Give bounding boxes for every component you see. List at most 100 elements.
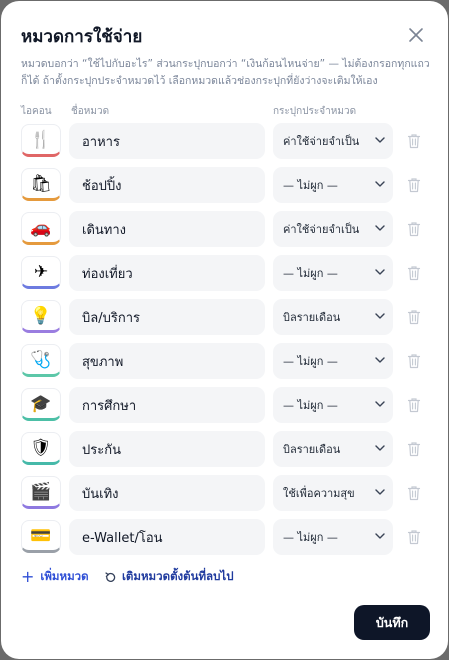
trash-icon (407, 266, 421, 281)
jar-select[interactable]: บิลรายเดือน (273, 299, 393, 335)
category-row: 🍴 อาหาร ค่าใช้จ่ายจำเป็น (1, 123, 448, 159)
category-name-input[interactable]: สุขภาพ (69, 343, 265, 379)
add-category-button[interactable]: + เพิ่มหมวด (21, 568, 89, 586)
jar-select-value: ค่าใช้จ่ายจำเป็น (283, 135, 360, 148)
trash-icon (407, 486, 421, 501)
shield-icon: 🛡 (30, 437, 52, 458)
category-modal: หมวดการใช้จ่าย หมวดบอกว่า “ใช้ไปกับอะไร”… (1, 1, 448, 659)
jar-select[interactable]: — ไม่ผูก — (273, 519, 393, 555)
credit-card-icon: 💳 (30, 525, 52, 546)
jar-select[interactable]: — ไม่ผูก — (273, 387, 393, 423)
category-row: 💡 บิล/บริการ บิลรายเดือน (1, 299, 448, 335)
category-row: 🛡 ประกัน บิลรายเดือน (1, 431, 448, 467)
modal-title: หมวดการใช้จ่าย (21, 27, 143, 47)
shopping-bags-icon: 🛍 (30, 173, 52, 194)
jar-select[interactable]: ค่าใช้จ่ายจำเป็น (273, 211, 393, 247)
jar-select[interactable]: ใช้เพื่อความสุข (273, 475, 393, 511)
trash-icon (407, 442, 421, 457)
chevron-down-icon (375, 489, 385, 495)
delete-row-button[interactable] (407, 485, 421, 501)
icon-picker[interactable]: 🚗 (21, 212, 61, 245)
category-name-input[interactable]: e-Wallet/โอน (69, 519, 265, 555)
jar-select-value: — ไม่ผูก — (283, 267, 338, 280)
car-icon: 🚗 (30, 217, 52, 238)
trash-icon (407, 134, 421, 149)
icon-picker[interactable]: 🎬 (21, 476, 61, 509)
trash-icon (407, 310, 421, 325)
stethoscope-icon: 🩺 (30, 349, 52, 370)
fork-knife-icon: 🍴 (30, 129, 52, 150)
delete-row-button[interactable] (407, 397, 421, 413)
header-jar: กระปุกประจำหมวด (273, 106, 357, 117)
clapper-board-icon: 🎬 (30, 481, 52, 502)
jar-select-value: — ไม่ผูก — (283, 399, 338, 412)
jar-select[interactable]: — ไม่ผูก — (273, 255, 393, 291)
light-bulb-icon: 💡 (30, 305, 52, 326)
jar-select-value: — ไม่ผูก — (283, 531, 338, 544)
delete-row-button[interactable] (407, 133, 421, 149)
icon-picker[interactable]: 💡 (21, 300, 61, 333)
delete-row-button[interactable] (407, 309, 421, 325)
restore-defaults-button[interactable]: เติมหมวดตั้งต้นที่ลบไป (104, 568, 234, 586)
close-button[interactable] (406, 25, 426, 45)
chevron-down-icon (375, 269, 385, 275)
restore-defaults-label: เติมหมวดตั้งต้นที่ลบไป (122, 569, 234, 583)
delete-row-button[interactable] (407, 221, 421, 237)
chevron-down-icon (375, 313, 385, 319)
delete-row-button[interactable] (407, 529, 421, 545)
jar-select-value: บิลรายเดือน (283, 443, 341, 456)
category-row: 🎬 บันเทิง ใช้เพื่อความสุข (1, 475, 448, 511)
graduation-cap-icon: 🎓 (30, 393, 52, 414)
icon-picker[interactable]: 🛡 (21, 432, 61, 465)
jar-select-value: บิลรายเดือน (283, 311, 341, 324)
delete-row-button[interactable] (407, 177, 421, 193)
icon-picker[interactable]: ✈ (21, 256, 61, 289)
delete-row-button[interactable] (407, 353, 421, 369)
category-name-input[interactable]: ท่องเที่ยว (69, 255, 265, 291)
chevron-down-icon (375, 357, 385, 363)
trash-icon (407, 530, 421, 545)
jar-select-value: ใช้เพื่อความสุข (283, 487, 355, 500)
category-name-input[interactable]: เดินทาง (69, 211, 265, 247)
trash-icon (407, 354, 421, 369)
close-icon (409, 28, 423, 42)
category-name-input[interactable]: การศึกษา (69, 387, 265, 423)
plus-icon: + (21, 567, 35, 586)
icon-picker[interactable]: 🎓 (21, 388, 61, 421)
add-category-label: เพิ่มหมวด (40, 569, 89, 583)
chevron-down-icon (375, 181, 385, 187)
jar-select[interactable]: — ไม่ผูก — (273, 167, 393, 203)
jar-select[interactable]: — ไม่ผูก — (273, 343, 393, 379)
chevron-down-icon (375, 445, 385, 451)
header-icon: ไอคอน (21, 106, 52, 117)
category-row: 💳 e-Wallet/โอน — ไม่ผูก — (1, 519, 448, 555)
category-name-input[interactable]: อาหาร (69, 123, 265, 159)
chevron-down-icon (375, 137, 385, 143)
jar-select[interactable]: บิลรายเดือน (273, 431, 393, 467)
jar-select-value: — ไม่ผูก — (283, 355, 338, 368)
category-name-input[interactable]: บันเทิง (69, 475, 265, 511)
trash-icon (407, 222, 421, 237)
jar-select[interactable]: ค่าใช้จ่ายจำเป็น (273, 123, 393, 159)
chevron-down-icon (375, 401, 385, 407)
category-row: 🩺 สุขภาพ — ไม่ผูก — (1, 343, 448, 379)
jar-select-value: — ไม่ผูก — (283, 179, 338, 192)
category-name-input[interactable]: ช้อปปิ้ง (69, 167, 265, 203)
chevron-down-icon (375, 533, 385, 539)
icon-picker[interactable]: 🍴 (21, 124, 61, 157)
chevron-down-icon (375, 225, 385, 231)
icon-picker[interactable]: 🛍 (21, 168, 61, 201)
category-name-input[interactable]: บิล/บริการ (69, 299, 265, 335)
save-button[interactable]: บันทึก (354, 605, 430, 640)
category-name-input[interactable]: ประกัน (69, 431, 265, 467)
icon-picker[interactable]: 💳 (21, 520, 61, 553)
restore-icon (105, 571, 116, 582)
trash-icon (407, 398, 421, 413)
icon-picker[interactable]: 🩺 (21, 344, 61, 377)
category-row: 🚗 เดินทาง ค่าใช้จ่ายจำเป็น (1, 211, 448, 247)
category-row: ✈ ท่องเที่ยว — ไม่ผูก — (1, 255, 448, 291)
airplane-icon: ✈ (33, 261, 49, 282)
delete-row-button[interactable] (407, 265, 421, 281)
delete-row-button[interactable] (407, 441, 421, 457)
modal-description: หมวดบอกว่า “ใช้ไปกับอะไร” ส่วนกระปุกบอกว… (21, 58, 430, 87)
